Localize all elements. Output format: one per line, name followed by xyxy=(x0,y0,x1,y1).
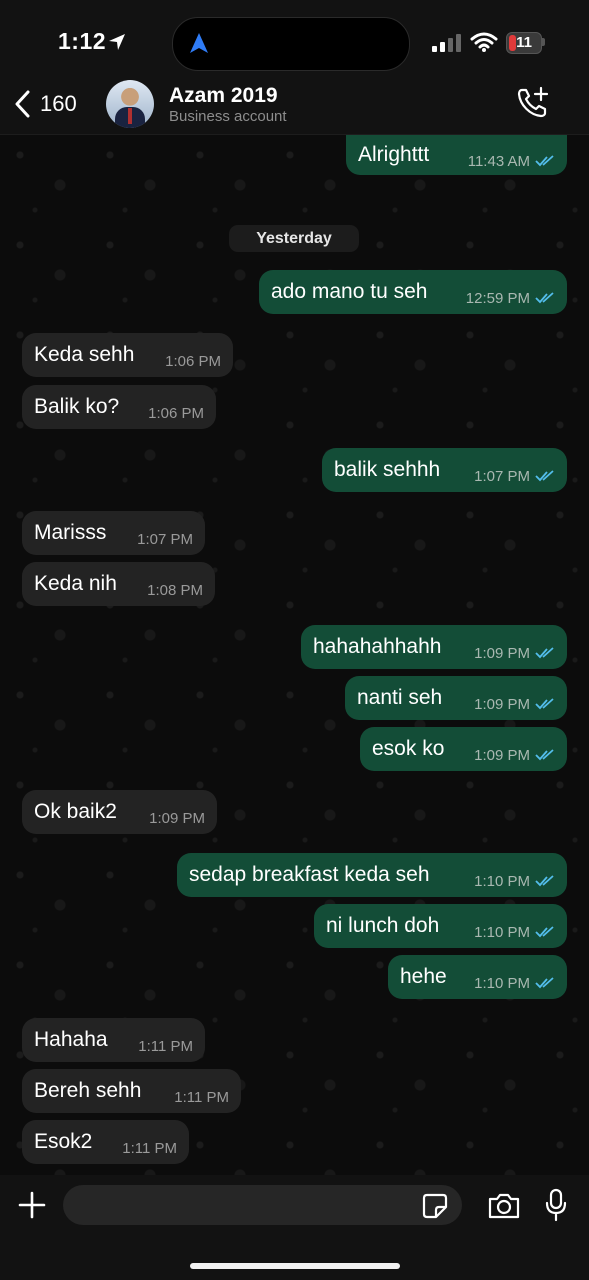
battery-level: 11 xyxy=(516,34,532,51)
message-outgoing[interactable]: ado mano tu seh 12:59 PM xyxy=(259,270,567,314)
message-text: Esok2 xyxy=(34,1130,93,1153)
message-outgoing[interactable]: balik sehhh 1:07 PM xyxy=(322,448,567,492)
camera-icon[interactable] xyxy=(487,1192,521,1220)
home-indicator xyxy=(190,1263,400,1269)
message-time: 1:10 PM xyxy=(474,974,530,992)
back-button[interactable]: 160 xyxy=(14,90,77,118)
message-incoming[interactable]: Ok baik2 1:09 PM xyxy=(22,790,217,834)
message-text: Keda nih xyxy=(34,572,117,595)
message-time: 1:06 PM xyxy=(165,352,221,370)
double-check-icon xyxy=(535,926,554,938)
message-outgoing[interactable]: hahahahhahh 1:09 PM xyxy=(301,625,567,669)
wifi-icon xyxy=(470,32,498,52)
message-text: nanti seh xyxy=(357,686,443,709)
message-time: 11:43 AM xyxy=(467,152,530,170)
message-time: 1:07 PM xyxy=(137,530,193,548)
composer-bar xyxy=(0,1175,589,1280)
plus-icon[interactable] xyxy=(17,1190,47,1220)
double-check-icon xyxy=(535,875,554,887)
microphone-icon[interactable] xyxy=(545,1188,567,1222)
message-incoming[interactable]: Marisss 1:07 PM xyxy=(22,511,205,555)
message-list[interactable]: Yesterday Alrighttt 11:43 AM ado mano tu… xyxy=(0,135,589,1175)
double-check-icon xyxy=(535,698,554,710)
cellular-signal-icon xyxy=(432,34,461,52)
message-outgoing[interactable]: esok ko 1:09 PM xyxy=(360,727,567,771)
chevron-left-icon xyxy=(15,90,30,118)
double-check-icon xyxy=(535,749,554,761)
message-text: Alrighttt xyxy=(358,143,430,166)
message-text: Marisss xyxy=(34,521,107,544)
add-call-icon[interactable] xyxy=(516,86,550,120)
message-incoming[interactable]: Bereh sehh 1:11 PM xyxy=(22,1069,241,1113)
message-text: Bereh sehh xyxy=(34,1079,142,1102)
message-outgoing[interactable]: hehe 1:10 PM xyxy=(388,955,567,999)
message-time: 1:09 PM xyxy=(474,695,530,713)
message-outgoing[interactable]: ni lunch doh 1:10 PM xyxy=(314,904,567,948)
battery-tip xyxy=(542,38,545,46)
message-time: 1:10 PM xyxy=(474,923,530,941)
double-check-icon xyxy=(535,470,554,482)
message-text: ni lunch doh xyxy=(326,914,440,937)
message-time: 1:06 PM xyxy=(148,404,204,422)
message-time: 1:09 PM xyxy=(474,644,530,662)
message-text: hehe xyxy=(400,965,447,988)
date-separator: Yesterday xyxy=(229,225,359,252)
message-time: 1:11 PM xyxy=(138,1037,193,1055)
message-time: 1:10 PM xyxy=(474,872,530,890)
message-time: 1:11 PM xyxy=(174,1088,229,1106)
message-text: esok ko xyxy=(372,737,445,760)
message-text: Ok baik2 xyxy=(34,800,117,823)
message-time: 1:09 PM xyxy=(149,809,205,827)
message-text: ado mano tu seh xyxy=(271,280,428,303)
message-incoming[interactable]: Keda sehh 1:06 PM xyxy=(22,333,233,377)
message-incoming[interactable]: Balik ko? 1:06 PM xyxy=(22,385,216,429)
contact-name[interactable]: Azam 2019 xyxy=(169,84,278,108)
double-check-icon xyxy=(535,155,554,167)
message-incoming[interactable]: Esok2 1:11 PM xyxy=(22,1120,189,1164)
status-time: 1:12 xyxy=(58,28,107,54)
message-text: Hahaha xyxy=(34,1028,108,1051)
message-time: 12:59 PM xyxy=(465,289,530,307)
battery-icon: 11 xyxy=(506,32,542,54)
message-outgoing[interactable]: Alrighttt 11:43 AM xyxy=(346,135,567,175)
message-text: Keda sehh xyxy=(34,343,135,366)
message-input[interactable] xyxy=(63,1185,462,1225)
contact-subtitle: Business account xyxy=(169,108,287,125)
status-bar: 1:12 11 xyxy=(0,0,589,80)
unread-count: 160 xyxy=(40,91,77,116)
avatar[interactable] xyxy=(106,80,154,128)
message-time: 1:07 PM xyxy=(474,467,530,485)
message-text: sedap breakfast keda seh xyxy=(189,863,430,886)
double-check-icon xyxy=(535,977,554,989)
message-text: hahahahhahh xyxy=(313,635,442,658)
chat-header: 160 Azam 2019 Business account xyxy=(0,80,589,135)
dynamic-island xyxy=(172,17,410,71)
double-check-icon xyxy=(535,647,554,659)
navigation-arrow-icon xyxy=(190,33,208,53)
message-text: balik sehhh xyxy=(334,458,441,481)
sticker-icon[interactable] xyxy=(422,1193,448,1219)
double-check-icon xyxy=(535,292,554,304)
message-incoming[interactable]: Keda nih 1:08 PM xyxy=(22,562,215,606)
message-text: Balik ko? xyxy=(34,395,120,418)
location-arrow-icon xyxy=(109,34,125,50)
message-time: 1:11 PM xyxy=(122,1139,177,1157)
message-time: 1:09 PM xyxy=(474,746,530,764)
message-outgoing[interactable]: sedap breakfast keda seh 1:10 PM xyxy=(177,853,567,897)
message-incoming[interactable]: Hahaha 1:11 PM xyxy=(22,1018,205,1062)
message-outgoing[interactable]: nanti seh 1:09 PM xyxy=(345,676,567,720)
message-time: 1:08 PM xyxy=(147,581,203,599)
